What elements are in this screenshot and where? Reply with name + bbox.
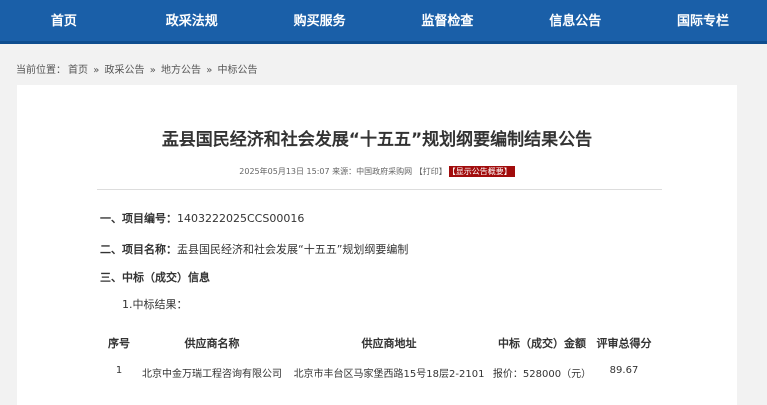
page-title: 盂县国民经济和社会发展“十五五”规划纲要编制结果公告 bbox=[161, 130, 593, 150]
nav-supervision[interactable]: 监督检查 bbox=[383, 0, 511, 41]
breadcrumb-home[interactable]: 首页 bbox=[68, 65, 88, 76]
cell-supplier-address: 北京市丰台区马家堡西路15号18层2-2101 bbox=[293, 369, 485, 380]
cell-score: 89.67 bbox=[609, 365, 639, 376]
breadcrumb-procurement[interactable]: 政采公告 bbox=[105, 65, 145, 76]
breadcrumb-prefix: 当前位置： bbox=[16, 65, 66, 76]
project-number-value: 1403222025CCS00016 bbox=[177, 212, 305, 225]
col-supplier-name: 供应商名称 bbox=[184, 337, 240, 350]
project-name-value: 盂县国民经济和社会发展“十五五”规划纲要编制 bbox=[177, 243, 409, 256]
nav-home[interactable]: 首页 bbox=[0, 0, 128, 41]
nav-international[interactable]: 国际专栏 bbox=[639, 0, 767, 41]
nav-announcements[interactable]: 信息公告 bbox=[511, 0, 639, 41]
article-card: 盂县国民经济和社会发展“十五五”规划纲要编制结果公告 2025年05月13日 1… bbox=[17, 85, 737, 405]
breadcrumb-award[interactable]: 中标公告 bbox=[218, 65, 258, 76]
top-navigation: 首页 政采法规 购买服务 监督检查 信息公告 国际专栏 bbox=[0, 0, 767, 44]
breadcrumb: 当前位置： 首页 » 政采公告 » 地方公告 » 中标公告 bbox=[16, 61, 260, 76]
col-award-amount: 中标（成交）金额 bbox=[498, 337, 586, 350]
source-label: 来源： bbox=[332, 167, 357, 176]
cell-supplier-name: 北京中金万瑞工程咨询有限公司 bbox=[142, 369, 282, 380]
project-name-label: 二、项目名称： bbox=[100, 243, 177, 256]
breadcrumb-separator: » bbox=[206, 65, 213, 76]
result-subheading: 1.中标结果： bbox=[122, 298, 188, 311]
divider bbox=[97, 189, 662, 190]
breadcrumb-local[interactable]: 地方公告 bbox=[161, 65, 201, 76]
print-button[interactable]: 【打印】 bbox=[415, 167, 447, 176]
article-meta: 2025年05月13日 15:07 来源：中国政府采购网 【打印】 【显示公告概要… bbox=[17, 166, 737, 177]
nav-regulations[interactable]: 政采法规 bbox=[128, 0, 256, 41]
source-value: 中国政府采购网 bbox=[356, 167, 413, 176]
breadcrumb-separator: » bbox=[93, 65, 100, 76]
col-supplier-address: 供应商地址 bbox=[361, 337, 417, 350]
breadcrumb-separator: » bbox=[149, 65, 156, 76]
project-number: 一、项目编号：1403222025CCS00016 bbox=[100, 210, 304, 226]
project-name: 二、项目名称：盂县国民经济和社会发展“十五五”规划纲要编制 bbox=[100, 241, 408, 257]
show-summary-button[interactable]: 【显示公告概要】 bbox=[448, 166, 515, 177]
cell-award-amount: 报价：528000（元） bbox=[492, 369, 592, 380]
nav-purchase-services[interactable]: 购买服务 bbox=[256, 0, 384, 41]
award-info-label: 三、中标（成交）信息 bbox=[100, 271, 210, 284]
project-number-label: 一、项目编号： bbox=[100, 212, 177, 225]
col-score: 评审总得分 bbox=[596, 337, 652, 350]
award-info-heading: 三、中标（成交）信息 bbox=[100, 269, 210, 285]
publish-date: 2025年05月13日 15:07 bbox=[239, 167, 330, 176]
